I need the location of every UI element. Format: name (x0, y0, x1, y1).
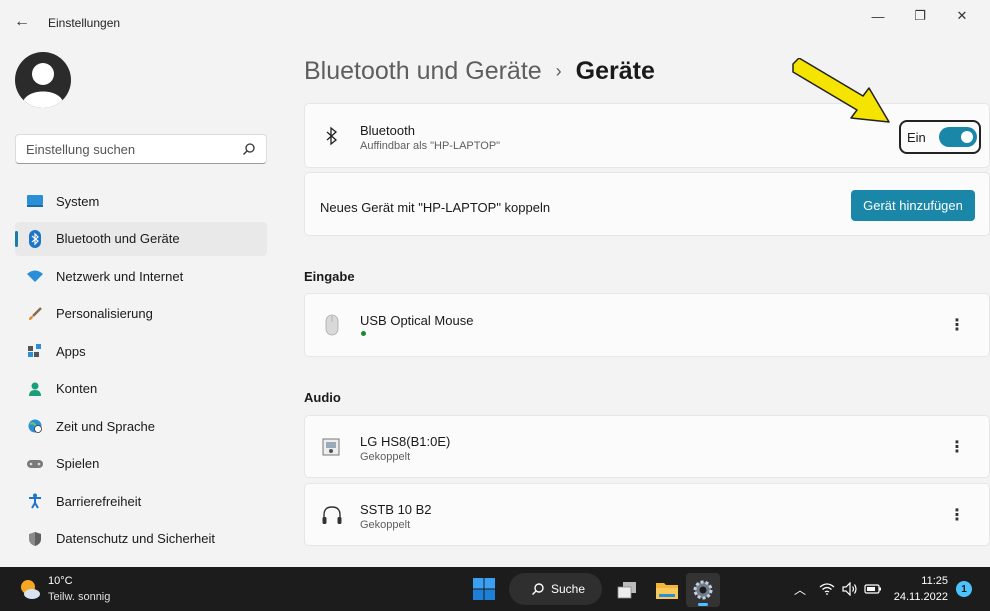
sidebar-item-privacy[interactable]: Datenschutz und Sicherheit (15, 522, 267, 556)
taskbar-search-button[interactable]: Suche (509, 573, 602, 605)
device-status: Gekoppelt (360, 519, 411, 531)
user-silhouette-icon (23, 63, 63, 108)
sidebar-item-system[interactable]: System (15, 184, 267, 218)
apps-icon (26, 342, 44, 360)
breadcrumb-parent[interactable]: Bluetooth und Geräte (304, 57, 542, 86)
weather-temperature[interactable]: 10°C (48, 575, 73, 587)
bluetooth-toggle-highlight: Ein (899, 120, 981, 154)
pair-device-card: Neues Gerät mit "HP-LAPTOP" koppeln Gerä… (304, 172, 990, 236)
taskbar-search-label: Suche (551, 582, 586, 596)
breadcrumb: Bluetooth und Geräte › Geräte (304, 55, 655, 87)
more-options-button[interactable]: ⋮ (945, 313, 969, 337)
sidebar-item-label: System (56, 193, 100, 209)
device-name: SSTB 10 B2 (360, 502, 432, 517)
device-status: Gekoppelt (360, 451, 411, 463)
more-options-button[interactable]: ⋮ (945, 435, 969, 459)
sidebar-nav: System Bluetooth und Geräte Netzwerk und… (15, 184, 267, 559)
sidebar-item-label: Bluetooth und Geräte (56, 231, 180, 246)
avatar[interactable] (15, 52, 71, 108)
search-icon[interactable] (242, 142, 256, 156)
sidebar-item-label: Barrierefreiheit (56, 493, 142, 509)
sidebar-item-time-language[interactable]: Zeit und Sprache (15, 409, 267, 443)
task-view-button[interactable] (610, 573, 644, 607)
bluetooth-icon (321, 125, 343, 147)
search-box (15, 134, 267, 164)
device-row-sstb[interactable]: SSTB 10 B2 Gekoppelt ⋮ (304, 483, 990, 546)
sidebar-item-accounts[interactable]: Konten (15, 372, 267, 406)
yellow-arrow-annotation-icon (792, 58, 890, 123)
app-title: Einstellungen (48, 16, 121, 30)
tray-overflow-chevron-icon[interactable]: ︿ (790, 579, 810, 599)
pair-device-label: Neues Gerät mit "HP-LAPTOP" koppeln (320, 200, 551, 215)
bluetooth-title: Bluetooth (360, 123, 415, 138)
volume-tray-icon[interactable] (840, 579, 860, 599)
sidebar-item-label: Datenschutz und Sicherheit (56, 531, 215, 546)
person-icon (26, 380, 44, 398)
task-view-icon (617, 582, 636, 599)
globe-clock-icon (26, 417, 44, 435)
taskbar: 10°C Teilw. sonnig Suche ︿ 11:25 24.11.2… (0, 567, 990, 611)
wifi-icon (26, 267, 44, 285)
section-title-input: Eingabe (304, 269, 355, 284)
maximize-button[interactable]: ❐ (900, 6, 940, 26)
speaker-device-icon (321, 436, 343, 458)
weather-partly-sunny-icon[interactable] (18, 577, 42, 601)
device-row-lg-hs8[interactable]: LG HS8(B1:0E) Gekoppelt ⋮ (304, 415, 990, 478)
windows-start-icon[interactable] (472, 577, 496, 601)
folder-icon (656, 583, 678, 599)
sidebar-item-bluetooth[interactable]: Bluetooth und Geräte (15, 221, 267, 256)
bluetooth-icon (26, 229, 44, 248)
search-input[interactable] (16, 135, 236, 163)
sidebar-item-label: Netzwerk und Internet (56, 268, 184, 284)
battery-tray-icon[interactable] (863, 579, 883, 599)
sidebar-item-accessibility[interactable]: Barrierefreiheit (15, 484, 267, 518)
sidebar-item-label: Zeit und Sprache (56, 418, 156, 434)
back-button[interactable]: ← (10, 10, 34, 34)
wifi-tray-icon[interactable] (817, 579, 837, 599)
more-options-button[interactable]: ⋮ (945, 503, 969, 527)
device-row-mouse[interactable]: USB Optical Mouse ⋮ (304, 293, 990, 357)
minimize-button[interactable]: — (858, 6, 898, 26)
add-device-button[interactable]: Gerät hinzufügen (851, 190, 975, 221)
file-explorer-button[interactable] (650, 573, 684, 607)
sidebar-item-label: Personalisierung (56, 306, 153, 321)
page-title: Geräte (575, 56, 655, 85)
settings-app-button[interactable] (686, 573, 720, 607)
section-title-audio: Audio (304, 390, 341, 405)
title-bar: ← Einstellungen — ❐ ✕ (0, 0, 990, 44)
device-name: LG HS8(B1:0E) (360, 434, 451, 449)
sidebar-item-personalization[interactable]: Personalisierung (15, 297, 267, 331)
bluetooth-toggle[interactable] (939, 127, 977, 147)
bluetooth-subtitle: Auffindbar als "HP-LAPTOP" (360, 140, 501, 152)
toggle-state-label: Ein (907, 129, 926, 145)
gear-icon (693, 580, 713, 600)
clock-time[interactable]: 11:25 (896, 575, 948, 587)
shield-icon (26, 530, 44, 548)
sidebar-item-label: Apps (56, 343, 86, 359)
sidebar-item-network[interactable]: Netzwerk und Internet (15, 259, 267, 293)
brush-icon (26, 305, 44, 323)
close-button[interactable]: ✕ (942, 6, 982, 26)
sidebar-item-apps[interactable]: Apps (15, 334, 267, 368)
sidebar-item-label: Konten (56, 381, 98, 396)
clock-date[interactable]: 24.11.2022 (888, 591, 948, 603)
sidebar-item-label: Spielen (56, 456, 100, 471)
accessibility-icon (26, 492, 44, 510)
weather-description[interactable]: Teilw. sonnig (48, 591, 110, 603)
notification-badge[interactable]: 1 (956, 581, 972, 597)
chevron-right-icon: › (555, 60, 562, 81)
monitor-icon (26, 192, 44, 210)
connected-status-dot (361, 331, 366, 336)
search-icon (532, 583, 544, 595)
mouse-icon (321, 314, 343, 336)
gamepad-icon (26, 455, 44, 473)
device-name: USB Optical Mouse (360, 313, 474, 328)
sidebar-item-gaming[interactable]: Spielen (15, 447, 267, 481)
headphones-icon (321, 504, 343, 526)
